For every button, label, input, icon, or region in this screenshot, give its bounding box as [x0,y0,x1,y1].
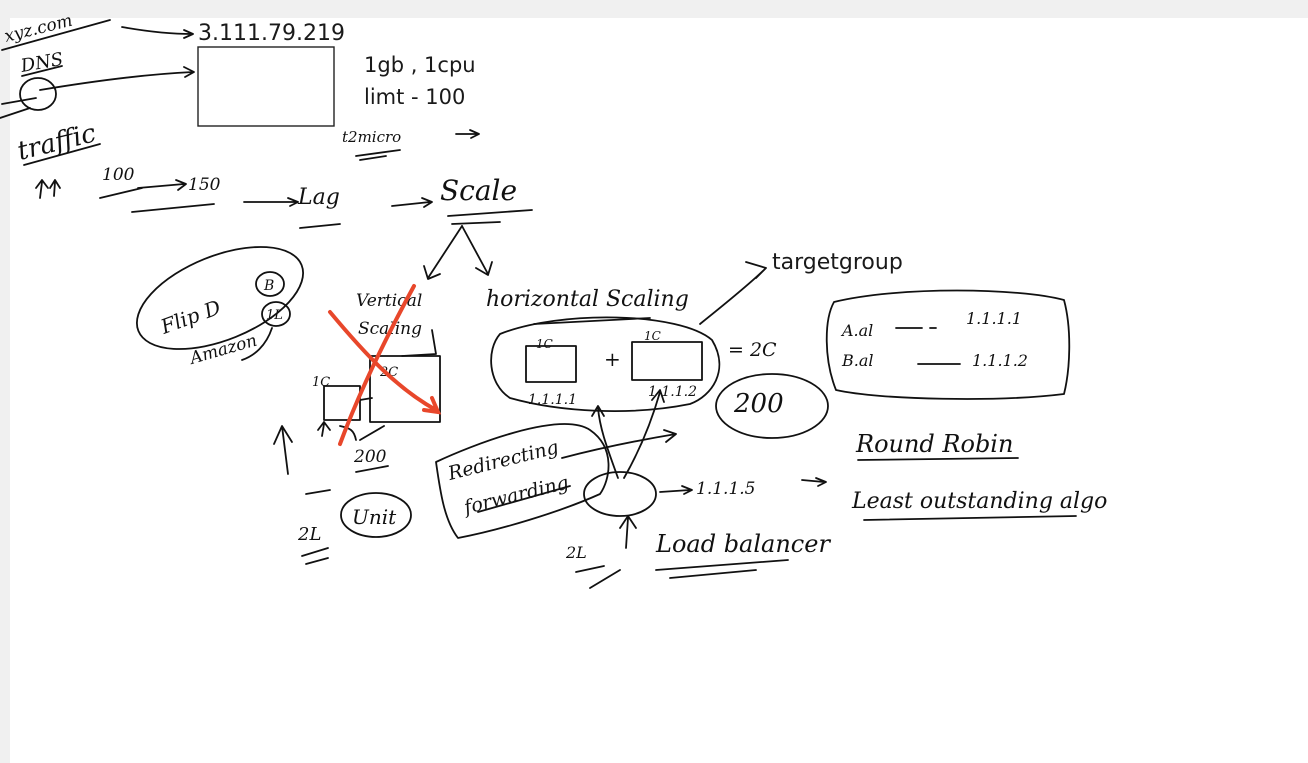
amazon-text: Amazon [186,331,259,370]
ip-a-text: 1.1.1.1 [528,392,577,408]
n200-text: 200 [733,389,784,419]
n150-underline [131,203,215,213]
vertical-text: Vertical [356,291,422,311]
user-tail [0,97,37,119]
traffic-text: traffic [14,118,99,166]
targetgroup-box [825,289,1071,400]
domain-text: xyz.com [2,11,74,47]
round-robin-text: Round Robin [855,430,1013,458]
unit-text: Unit [352,505,397,529]
redirect-arrow [561,429,677,459]
lb-to-server-1 [591,405,619,479]
horizontal-text: horizontal Scaling [486,287,689,312]
box-1c-text: 1C [312,375,330,390]
lb-ellipse [583,471,657,517]
twenty-l-text: 2L [297,524,321,545]
circle-b-text: B [263,278,274,294]
scale-text: Scale [440,174,517,207]
lb-label-underline [655,559,789,579]
t2micro-text: t2micro [342,128,401,146]
n100-text: 100 [102,165,135,185]
branch-right [461,225,493,276]
lb-to-server-2 [623,389,665,479]
branch-left [423,225,463,280]
n150-text: 150 [188,175,221,195]
lb-ip-text: 1.1.1.5 [696,479,755,499]
arrow-to-scale [391,197,433,208]
lb-ip-arrow [659,485,693,495]
t2micro-underline [355,149,401,161]
up-arrow-left [273,425,293,475]
domain-arrow [121,26,194,39]
dns-arrow [39,66,195,91]
up-arrows [35,179,61,199]
whiteboard-ink: xyz.com DNS traffic 100 150 Lag Scale t2… [0,11,1107,589]
n200-small-text: 200 [353,447,387,467]
n100-underline [99,187,143,199]
plus-sign: + [604,347,621,371]
eq2c-text: = 2C [728,339,777,361]
two-l-underline [575,565,621,589]
h-box-2-label: 1C [644,329,661,343]
map-a-text: 1.1.1.1 [966,309,1022,328]
map-b-text: 1.1.1.2 [972,351,1028,370]
lb-label-text: Load balancer [655,530,831,558]
h-box-1 [525,345,577,383]
row-b-text: B.al [841,351,874,370]
scale-underline [447,209,533,225]
server-box [197,46,335,127]
dns-text: DNS [18,49,65,77]
least-algo-text: Least outstanding algo [851,489,1107,514]
least-underline [863,515,1077,521]
h-box-2 [631,341,703,381]
arrow-to-lag [243,197,299,207]
user-circle [19,77,57,111]
lb-up-arrow [619,515,637,549]
up-arrow-small [317,421,331,437]
lag-underline [299,223,341,229]
twenty-l-underline [301,547,329,565]
flipkart-text: Flip D [157,295,224,339]
targetgroup-arrow [699,261,767,325]
lag-text: Lag [297,185,340,210]
small-arrow [305,489,331,495]
row-a-text: A.al [840,321,873,340]
t2micro-arrow [455,129,480,139]
circle-1l-text: 1L [266,308,283,323]
lb-right-arrow [801,477,827,487]
arrow-100-150 [137,179,187,191]
round-robin-underline [857,457,1019,461]
two-l-text: 2L [565,543,587,562]
h-box-1-label: 1C [536,337,553,351]
ip-b-text: 1.1.1.2 [648,384,697,400]
